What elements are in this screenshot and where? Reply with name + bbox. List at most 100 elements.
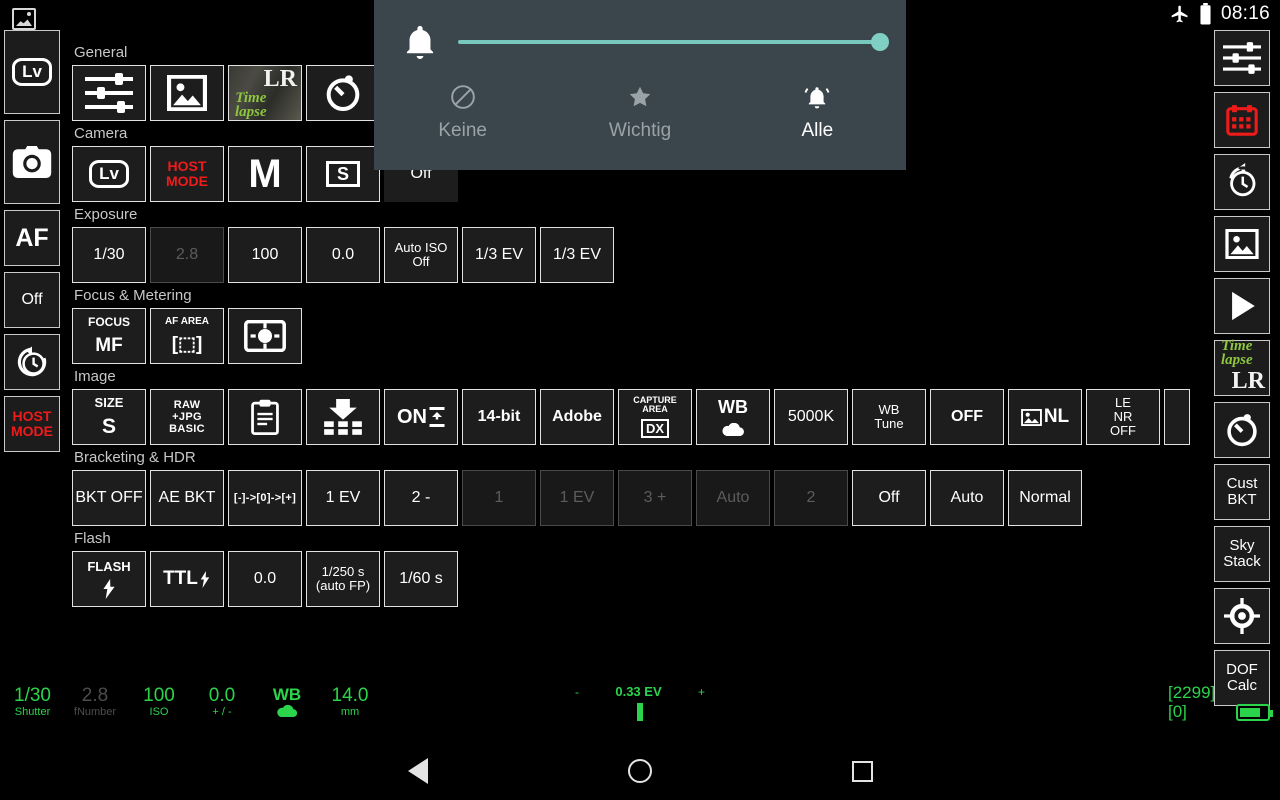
rail-calendar[interactable] (1214, 92, 1270, 148)
mode-keine[interactable]: Keine (374, 84, 551, 164)
tile-image-active-dlighting[interactable]: OFF (930, 389, 1004, 445)
status-ec-key: + / - (212, 705, 232, 718)
tile-image-picture-control[interactable]: NL (1008, 389, 1082, 445)
volume-slider[interactable] (458, 33, 889, 51)
rail-focus-target[interactable] (1214, 588, 1270, 644)
tile-camera-mode[interactable]: M (228, 146, 302, 202)
tile-af-area-mode[interactable]: AF AREA [⬚] (150, 308, 224, 364)
rail-settings-sliders[interactable] (1214, 30, 1270, 86)
tile-image-more[interactable] (1164, 389, 1190, 445)
label: 14-bit (477, 408, 521, 426)
tile-flash-slowest-speed[interactable]: 1/60 s (384, 551, 458, 607)
rail-af-label: AF (15, 223, 49, 252)
tile-flash-compensation[interactable]: 0.0 (228, 551, 302, 607)
tile-bracketing-extra-5[interactable]: 2 (774, 470, 848, 526)
tile-exposure-step-2[interactable]: 1/3 EV (540, 227, 614, 283)
tile-image-on-save[interactable]: ON (384, 389, 458, 445)
row-flash: FLASH TTL 0.0 1/250 s (auto FP) 1/60 s (72, 551, 1202, 607)
tile-bracketing-extra-1[interactable]: 1 (462, 470, 536, 526)
rail-cust-bkt[interactable]: Cust BKT (1214, 464, 1270, 520)
tile-bracketing-type[interactable]: AE BKT (150, 470, 224, 526)
rail-time-rotate[interactable] (1214, 154, 1270, 210)
tile-general-settings[interactable] (72, 65, 146, 121)
volume-slider-thumb[interactable] (871, 33, 889, 51)
lenr-l1: LE (1115, 394, 1131, 410)
image-icon (1225, 229, 1259, 259)
tile-general-timer[interactable] (306, 65, 380, 121)
rail-off[interactable]: Off (4, 272, 60, 328)
rail-intervalometer[interactable] (4, 334, 60, 390)
recent-apps-icon[interactable] (851, 760, 873, 782)
rail-lr-timelapse[interactable]: LR Time lapse (1214, 338, 1270, 396)
status-white-balance: WB (258, 686, 316, 719)
mode-keine-label: Keine (438, 120, 487, 141)
tile-camera-host-mode[interactable]: HOST MODE (150, 146, 224, 202)
tile-image-kelvin[interactable]: 5000K (774, 389, 848, 445)
boxed-s-icon: S (326, 161, 360, 187)
tile-image-wb-tune[interactable]: WB Tune (852, 389, 926, 445)
mode-alle-label: Alle (801, 120, 834, 141)
rail-live-view[interactable]: Lv (4, 30, 60, 114)
rail-host-mode[interactable]: HOST MODE (4, 396, 60, 452)
status-fl-value: 14.0 (331, 685, 369, 706)
mode-wichtig[interactable]: Wichtig (551, 84, 728, 164)
tile-image-color-space[interactable]: Adobe (540, 389, 614, 445)
tile-image-clipboard[interactable] (228, 389, 302, 445)
label: 1 EV (559, 489, 595, 507)
tile-image-capture-area[interactable]: CAPTURE AREA DX (618, 389, 692, 445)
tile-metering-mode[interactable] (228, 308, 302, 364)
do-not-disturb-icon (450, 85, 475, 109)
tile-bracketing-extra-4[interactable]: Auto (696, 470, 770, 526)
tile-bracketing-step[interactable]: 1 EV (306, 470, 380, 526)
star-icon (629, 86, 651, 107)
tile-exposure-iso[interactable]: 100 (228, 227, 302, 283)
tile-image-long-exposure-nr[interactable]: LE NR OFF (1086, 389, 1160, 445)
tile-flash-toggle[interactable]: FLASH (72, 551, 146, 607)
tile-exposure-auto-iso[interactable]: Auto ISO Off (384, 227, 458, 283)
tile-bracketing-order[interactable]: [-]->[0]->[+] (228, 470, 302, 526)
tile-bracketing-count[interactable]: 2 - (384, 470, 458, 526)
capture-area-value: DX (640, 419, 670, 438)
tile-hdr-strength[interactable]: Auto (930, 470, 1004, 526)
tile-hdr-smoothing[interactable]: Normal (1008, 470, 1082, 526)
tile-camera-liveview[interactable]: Lv (72, 146, 146, 202)
timer-icon (1227, 414, 1257, 447)
rail-play[interactable] (1214, 278, 1270, 334)
mode-alle[interactable]: Alle (729, 84, 906, 164)
lv-icon: Lv (89, 160, 129, 188)
tile-exposure-step-1[interactable]: 1/3 EV (462, 227, 536, 283)
rail-camera[interactable] (4, 120, 60, 204)
tile-exposure-compensation[interactable]: 0.0 (306, 227, 380, 283)
tile-exposure-aperture[interactable]: 2.8 (150, 227, 224, 283)
time-rotate-icon (1229, 163, 1256, 197)
tile-bracketing-state[interactable]: BKT OFF (72, 470, 146, 526)
tile-image-bit-depth[interactable]: 14-bit (462, 389, 536, 445)
rail-autofocus[interactable]: AF (4, 210, 60, 266)
rail-sky-stack[interactable]: Sky Stack (1214, 526, 1270, 582)
back-icon[interactable] (407, 758, 428, 784)
group-focus-metering: Focus & Metering FOCUS MF AF AREA [⬚] (72, 285, 1202, 364)
tile-bracketing-extra-3[interactable]: 3 + (618, 470, 692, 526)
label: 0.0 (331, 246, 355, 264)
tile-image-size[interactable]: SIZE S (72, 389, 146, 445)
rail-sky-stack-l2: Stack (1223, 553, 1261, 570)
tile-flash-sync-speed[interactable]: 1/250 s (auto FP) (306, 551, 380, 607)
exposure-meter[interactable]: - 0.33 EV + (575, 684, 705, 721)
tile-exposure-shutter[interactable]: 1/30 (72, 227, 146, 283)
tile-general-lrtimelapse[interactable]: LR Time lapse (228, 65, 302, 121)
rail-timer[interactable] (1214, 402, 1270, 458)
af-area-title: AF AREA (164, 316, 210, 327)
tile-flash-mode[interactable]: TTL (150, 551, 224, 607)
tile-bracketing-extra-2[interactable]: 1 EV (540, 470, 614, 526)
home-icon[interactable] (627, 759, 652, 783)
tile-general-gallery[interactable] (150, 65, 224, 121)
label: 1/3 EV (552, 246, 602, 264)
auto-iso-l2: Off (412, 254, 430, 269)
rail-gallery[interactable] (1214, 216, 1270, 272)
tile-image-download-grid[interactable] (306, 389, 380, 445)
tile-camera-release-mode[interactable]: S (306, 146, 380, 202)
tile-hdr-mode[interactable]: Off (852, 470, 926, 526)
tile-image-white-balance[interactable]: WB (696, 389, 770, 445)
tile-focus-mode[interactable]: FOCUS MF (72, 308, 146, 364)
tile-image-quality[interactable]: RAW +JPG BASIC (150, 389, 224, 445)
